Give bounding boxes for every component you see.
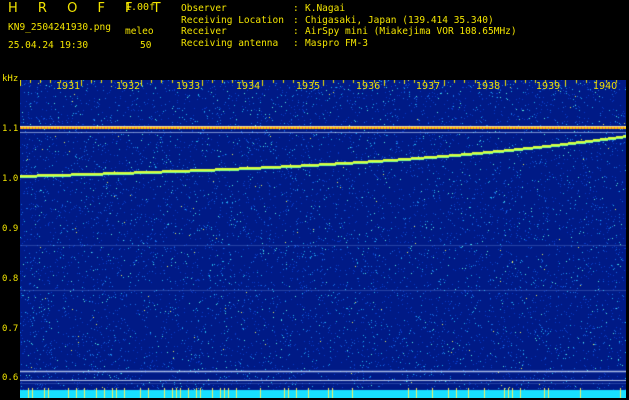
meleo-label: meleo [125,26,154,37]
x-tick-label: 1934 [236,81,261,92]
y-tick-label: 1.0 [2,174,19,184]
y-tick-label: 0.7 [2,324,19,334]
meta-value: Maspro FM-3 [305,37,368,49]
version-label: 1.00f [125,2,156,13]
meleo-value: 50 [140,40,152,51]
header-panel: H R O F F T 1.00f KN9_2504241930.png mel… [0,0,629,72]
x-tick-label: 1933 [176,81,201,92]
meta-value: Chigasaki, Japan (139.414 35.340) [305,14,494,26]
meta-row-location: Receiving Location: Chigasaki, Japan (13… [181,15,517,27]
meta-value: AirSpy mini (Miakejima VOR 108.65MHz) [305,26,517,37]
meta-separator: : [293,37,305,49]
x-tick-label: 1932 [116,81,141,92]
y-tick-label: 0.9 [2,224,19,234]
meta-row-antenna: Receiving antenna: Maspro FM-3 [181,38,517,50]
meta-label: Receiver [181,26,227,37]
y-tick-label: 0.6 [2,373,19,383]
y-tick-label: 1.1 [2,124,19,134]
meta-value: K.Nagai [305,3,346,14]
x-tick-label: 1936 [356,81,381,92]
spectrogram-plot [20,80,626,398]
meta-separator: : [293,26,305,37]
meta-label: Receiving antenna [181,37,279,49]
x-tick-label: 1938 [476,81,501,92]
meta-row-receiver: Receiver: AirSpy mini (Miakejima VOR 108… [181,26,517,38]
y-tick-label: 0.8 [2,274,19,284]
station-metadata: Observer: K.Nagai Receiving Location: Ch… [181,3,517,49]
x-tick-label: 1940 [593,81,618,92]
x-tick-label: 1931 [56,81,81,92]
filename-label: KN9_2504241930.png [8,22,111,33]
x-tick-label: 1939 [536,81,561,92]
meta-label: Observer [181,3,227,14]
meta-label: Receiving Location [181,14,284,26]
meta-separator: : [293,3,305,14]
meta-separator: : [293,14,305,26]
spectrogram-canvas [20,80,626,398]
datetime-label: 25.04.24 19:30 [8,40,89,51]
x-tick-label: 1935 [296,81,321,92]
y-axis-unit: kHz [2,74,19,84]
x-tick-label: 1937 [416,81,441,92]
meta-row-observer: Observer: K.Nagai [181,3,517,15]
